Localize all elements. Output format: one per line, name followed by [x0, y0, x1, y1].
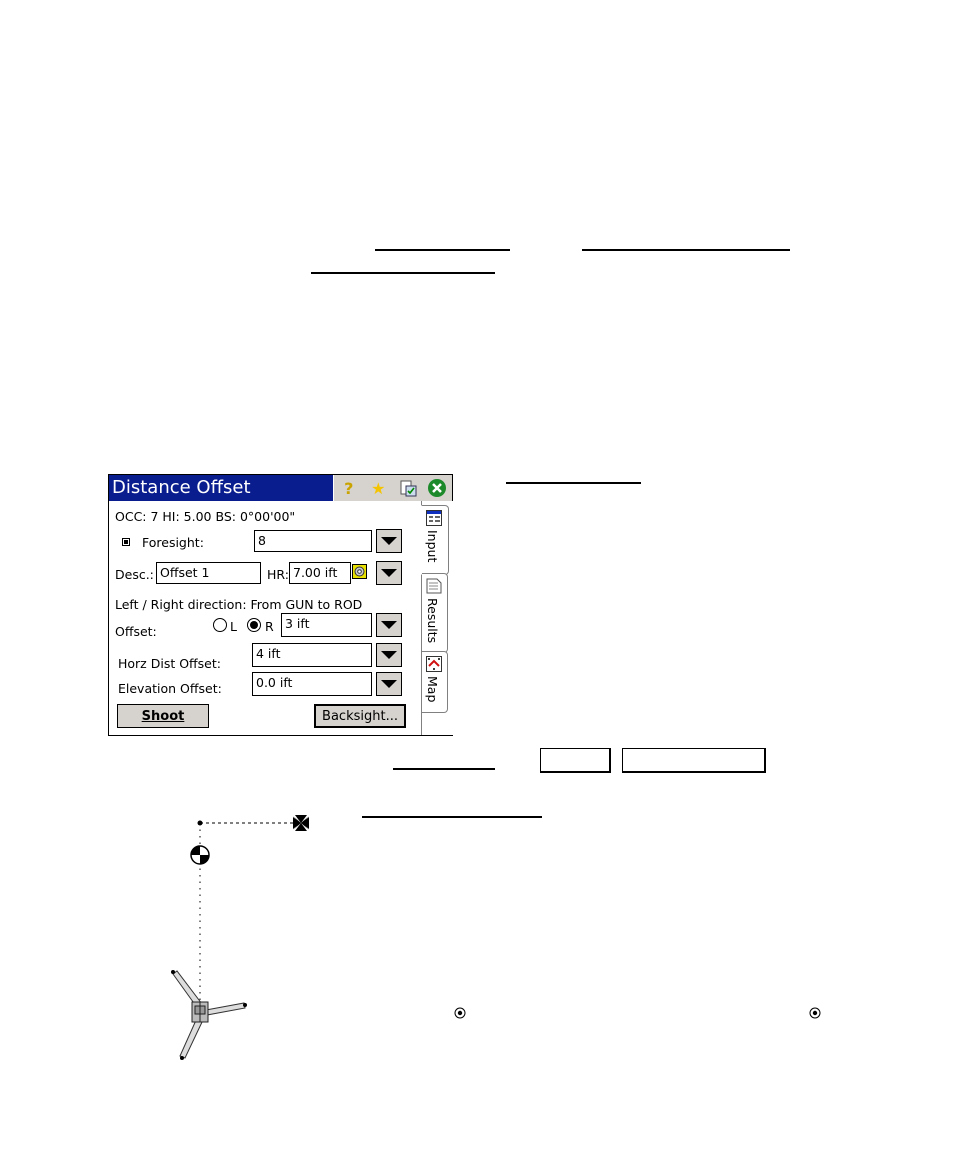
- offset-corner-point-icon: [197, 820, 203, 826]
- horz-dist-offset-dropdown-button[interactable]: [376, 643, 402, 667]
- horz-dist-offset-label: Horz Dist Offset:: [118, 656, 221, 671]
- inline-key-box: [540, 748, 611, 773]
- title-bar: Distance Offset ? ★: [109, 475, 452, 501]
- offset-dropdown-button[interactable]: [376, 613, 402, 637]
- instrument-tripod-icon: [171, 970, 247, 1060]
- favorite-star-icon[interactable]: ★: [367, 477, 389, 499]
- tab-input-label: Input: [425, 530, 440, 563]
- shoot-button-label: Shoot: [141, 708, 185, 724]
- rod-target-icon[interactable]: [352, 564, 367, 579]
- foresight-label: Foresight:: [142, 535, 204, 550]
- tab-input[interactable]: Input: [421, 505, 449, 575]
- text-underline: [311, 272, 495, 274]
- tab-map-label: Map: [425, 676, 440, 703]
- offset-right-radio[interactable]: [247, 618, 261, 632]
- inline-key-box: [622, 748, 766, 773]
- offset-input[interactable]: 3 ift: [281, 613, 372, 637]
- title-toolbar: ? ★: [333, 475, 452, 501]
- dialog-title: Distance Offset: [112, 477, 251, 498]
- results-sheet-icon: [426, 578, 442, 594]
- offset-left-label: L: [230, 619, 237, 634]
- offset-label: Offset:: [115, 624, 157, 639]
- offset-diagram: [171, 815, 821, 1060]
- side-tab-strip: Input Results Map: [421, 501, 453, 735]
- input-panel: OCC: 7 HI: 5.00 BS: 0°00'00" Foresight: …: [109, 501, 421, 735]
- hr-label: HR:: [267, 567, 289, 582]
- distance-offset-dialog: Distance Offset ? ★ OCC: 7 HI: 5.00 BS: …: [108, 474, 453, 736]
- clipboard-check-icon[interactable]: [397, 477, 419, 499]
- shoot-button[interactable]: Shoot: [117, 704, 209, 728]
- tab-results-label: Results: [425, 598, 440, 644]
- input-form-icon: [426, 510, 442, 526]
- status-line: OCC: 7 HI: 5.00 BS: 0°00'00": [115, 509, 296, 524]
- elevation-offset-dropdown-button[interactable]: [376, 672, 402, 696]
- elevation-offset-label: Elevation Offset:: [118, 681, 222, 696]
- foresight-dropdown-button[interactable]: [376, 529, 402, 553]
- foresight-input[interactable]: 8: [254, 530, 372, 552]
- text-underline: [393, 768, 495, 770]
- horz-dist-offset-input[interactable]: 4 ift: [252, 643, 372, 667]
- bullet-icon: [122, 538, 130, 546]
- control-point-icon: [454, 1007, 466, 1019]
- target-point-icon: [293, 815, 309, 831]
- text-underline: [582, 249, 790, 251]
- hr-dropdown-button[interactable]: [376, 561, 402, 585]
- text-underline: [506, 482, 641, 484]
- help-icon[interactable]: ?: [338, 477, 360, 499]
- control-point-icon: [809, 1007, 821, 1019]
- description-input[interactable]: Offset 1: [156, 562, 261, 584]
- backsight-button-label: Backsight...: [322, 708, 398, 724]
- backsight-button[interactable]: Backsight...: [314, 704, 406, 728]
- offset-left-radio[interactable]: [213, 618, 227, 632]
- map-icon: [426, 656, 442, 672]
- tab-results[interactable]: Results: [422, 573, 448, 653]
- description-label: Desc.:: [115, 567, 154, 582]
- direction-note: Left / Right direction: From GUN to ROD: [115, 597, 363, 612]
- occupied-point-icon: [190, 845, 210, 865]
- tab-map[interactable]: Map: [422, 651, 448, 713]
- offset-right-label: R: [265, 619, 274, 634]
- close-icon[interactable]: [426, 477, 448, 499]
- hr-input[interactable]: 7.00 ift: [289, 562, 351, 584]
- elevation-offset-input[interactable]: 0.0 ift: [252, 672, 372, 696]
- text-underline: [375, 249, 510, 251]
